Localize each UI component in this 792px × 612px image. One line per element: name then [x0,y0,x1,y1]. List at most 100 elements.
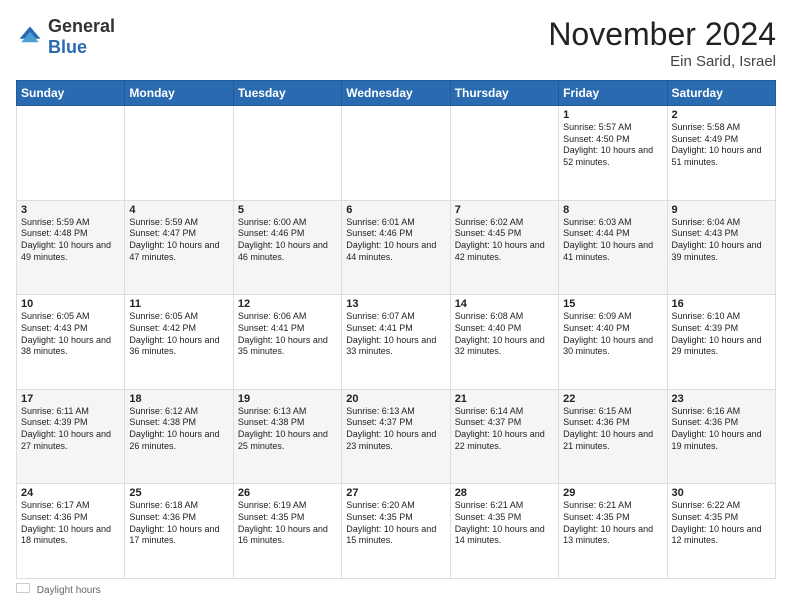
day-info-line: Daylight: 10 hours and 32 minutes. [455,335,554,358]
day-number: 4 [129,204,228,216]
logo-icon [16,23,44,51]
day-number: 26 [238,487,337,499]
day-number: 27 [346,487,445,499]
logo-blue: Blue [48,37,87,57]
day-info-line: Sunrise: 6:22 AM [672,500,771,512]
page: General Blue November 2024 Ein Sarid, Is… [0,0,792,612]
day-info-line: Daylight: 10 hours and 51 minutes. [672,145,771,168]
day-info-line: Sunrise: 6:21 AM [563,500,662,512]
day-info-line: Sunset: 4:38 PM [238,417,337,429]
legend: Daylight hours [16,583,776,596]
day-info-line: Sunset: 4:38 PM [129,417,228,429]
day-info-line: Daylight: 10 hours and 39 minutes. [672,240,771,263]
calendar-cell: 13Sunrise: 6:07 AMSunset: 4:41 PMDayligh… [342,295,450,390]
day-info-line: Sunset: 4:44 PM [563,228,662,240]
calendar-cell [450,106,558,201]
day-number: 25 [129,487,228,499]
calendar-table: SundayMondayTuesdayWednesdayThursdayFrid… [16,80,776,579]
day-info-line: Sunrise: 6:00 AM [238,217,337,229]
day-info-line: Daylight: 10 hours and 41 minutes. [563,240,662,263]
day-info-line: Sunrise: 6:06 AM [238,311,337,323]
calendar-cell: 10Sunrise: 6:05 AMSunset: 4:43 PMDayligh… [17,295,125,390]
day-number: 13 [346,298,445,310]
calendar-cell: 21Sunrise: 6:14 AMSunset: 4:37 PMDayligh… [450,389,558,484]
calendar-cell: 7Sunrise: 6:02 AMSunset: 4:45 PMDaylight… [450,200,558,295]
day-info-line: Daylight: 10 hours and 25 minutes. [238,429,337,452]
calendar-cell: 16Sunrise: 6:10 AMSunset: 4:39 PMDayligh… [667,295,775,390]
day-number: 14 [455,298,554,310]
calendar-cell [233,106,341,201]
day-info-line: Daylight: 10 hours and 30 minutes. [563,335,662,358]
day-info-line: Daylight: 10 hours and 14 minutes. [455,524,554,547]
day-info-line: Sunrise: 6:13 AM [346,406,445,418]
day-info-line: Sunset: 4:43 PM [672,228,771,240]
day-info-line: Daylight: 10 hours and 26 minutes. [129,429,228,452]
day-number: 28 [455,487,554,499]
calendar-cell: 12Sunrise: 6:06 AMSunset: 4:41 PMDayligh… [233,295,341,390]
col-header-thursday: Thursday [450,81,558,106]
title-block: November 2024 Ein Sarid, Israel [548,16,776,70]
day-info-line: Daylight: 10 hours and 33 minutes. [346,335,445,358]
day-info-line: Sunrise: 6:16 AM [672,406,771,418]
calendar-cell: 9Sunrise: 6:04 AMSunset: 4:43 PMDaylight… [667,200,775,295]
day-info-line: Daylight: 10 hours and 42 minutes. [455,240,554,263]
day-number: 18 [129,393,228,405]
day-info-line: Sunrise: 6:18 AM [129,500,228,512]
calendar-cell: 27Sunrise: 6:20 AMSunset: 4:35 PMDayligh… [342,484,450,579]
day-info-line: Sunrise: 5:58 AM [672,122,771,134]
day-number: 23 [672,393,771,405]
day-info-line: Sunrise: 6:14 AM [455,406,554,418]
day-info-line: Sunset: 4:37 PM [346,417,445,429]
day-info-line: Sunrise: 6:10 AM [672,311,771,323]
day-info-line: Daylight: 10 hours and 23 minutes. [346,429,445,452]
day-info-line: Sunset: 4:43 PM [21,323,120,335]
day-info-line: Sunrise: 6:05 AM [21,311,120,323]
day-info-line: Sunset: 4:46 PM [346,228,445,240]
day-info-line: Daylight: 10 hours and 15 minutes. [346,524,445,547]
day-info-line: Sunrise: 6:19 AM [238,500,337,512]
day-info-line: Daylight: 10 hours and 52 minutes. [563,145,662,168]
day-info-line: Sunset: 4:42 PM [129,323,228,335]
day-number: 3 [21,204,120,216]
day-number: 12 [238,298,337,310]
day-info-line: Sunrise: 6:17 AM [21,500,120,512]
day-number: 16 [672,298,771,310]
day-info-line: Sunset: 4:39 PM [21,417,120,429]
day-number: 22 [563,393,662,405]
day-info-line: Daylight: 10 hours and 19 minutes. [672,429,771,452]
day-info-line: Sunset: 4:49 PM [672,134,771,146]
day-info-line: Sunrise: 6:08 AM [455,311,554,323]
logo: General Blue [16,16,115,58]
calendar-cell: 25Sunrise: 6:18 AMSunset: 4:36 PMDayligh… [125,484,233,579]
day-info-line: Daylight: 10 hours and 35 minutes. [238,335,337,358]
day-info-line: Daylight: 10 hours and 22 minutes. [455,429,554,452]
day-info-line: Sunset: 4:35 PM [346,512,445,524]
day-info-line: Sunset: 4:47 PM [129,228,228,240]
day-number: 20 [346,393,445,405]
calendar-cell: 30Sunrise: 6:22 AMSunset: 4:35 PMDayligh… [667,484,775,579]
calendar-cell: 20Sunrise: 6:13 AMSunset: 4:37 PMDayligh… [342,389,450,484]
day-number: 7 [455,204,554,216]
calendar-cell: 17Sunrise: 6:11 AMSunset: 4:39 PMDayligh… [17,389,125,484]
day-info-line: Sunrise: 6:13 AM [238,406,337,418]
day-info-line: Sunrise: 5:57 AM [563,122,662,134]
day-number: 5 [238,204,337,216]
day-info-line: Sunrise: 6:07 AM [346,311,445,323]
calendar-cell: 11Sunrise: 6:05 AMSunset: 4:42 PMDayligh… [125,295,233,390]
calendar-cell: 22Sunrise: 6:15 AMSunset: 4:36 PMDayligh… [559,389,667,484]
day-number: 29 [563,487,662,499]
day-number: 8 [563,204,662,216]
day-info-line: Sunset: 4:50 PM [563,134,662,146]
day-info-line: Sunset: 4:35 PM [563,512,662,524]
col-header-monday: Monday [125,81,233,106]
day-info-line: Daylight: 10 hours and 49 minutes. [21,240,120,263]
calendar-cell: 19Sunrise: 6:13 AMSunset: 4:38 PMDayligh… [233,389,341,484]
day-info-line: Sunrise: 6:09 AM [563,311,662,323]
col-header-friday: Friday [559,81,667,106]
day-info-line: Daylight: 10 hours and 13 minutes. [563,524,662,547]
col-header-tuesday: Tuesday [233,81,341,106]
calendar-cell: 14Sunrise: 6:08 AMSunset: 4:40 PMDayligh… [450,295,558,390]
day-info-line: Sunset: 4:36 PM [563,417,662,429]
day-info-line: Daylight: 10 hours and 17 minutes. [129,524,228,547]
day-info-line: Sunset: 4:40 PM [563,323,662,335]
